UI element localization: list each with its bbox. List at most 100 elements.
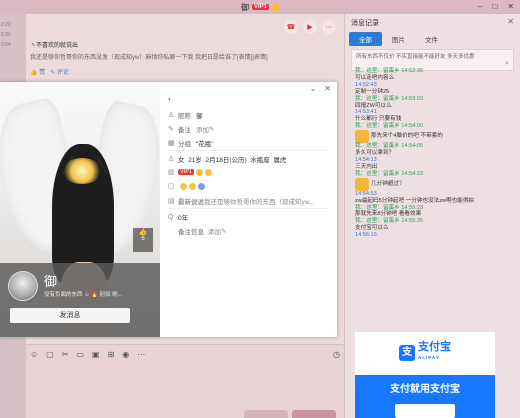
like-box[interactable]: 👍 6 bbox=[133, 228, 153, 252]
history-entry-text: 什么都行 只要有钱 bbox=[355, 116, 402, 123]
window-controls: – □ ✕ bbox=[478, 2, 514, 11]
history-entry-text: 14:54:53 bbox=[355, 190, 377, 197]
history-entry-text: 那就先来8分钟吧 看看效果 bbox=[355, 211, 422, 218]
side-time: 5:39 bbox=[1, 32, 11, 38]
status-text[interactable]: 我还是够你哲哥你的东西（现成知yw... bbox=[204, 196, 315, 206]
q-age: 0年 bbox=[178, 215, 189, 222]
comment-link[interactable]: 评论 bbox=[57, 70, 69, 76]
history-entry-sticker: 几分钟超过？ bbox=[355, 177, 515, 191]
like-link[interactable]: 赞 bbox=[39, 70, 45, 76]
history-entry-text: 我：这里：留蛋乡 14:54:05 bbox=[355, 143, 424, 150]
video-icon[interactable]: ▶ bbox=[303, 20, 317, 34]
alipay-sub: ALIPAY bbox=[418, 355, 440, 360]
edit-icon[interactable]: ✎ bbox=[221, 227, 226, 235]
sticker-icon bbox=[355, 130, 369, 144]
history-entry-sticker: 那先来个4脑价的吧 不带套的 bbox=[355, 130, 515, 144]
q-age-icon: Q bbox=[168, 213, 174, 221]
divider bbox=[168, 150, 328, 151]
profile-signature: 没有负面的东西 ☺ 🔥 别如 刷... bbox=[44, 292, 123, 298]
input-area[interactable]: ☺ ▢ ✂ ▭ ▣ ⊞ ◉ ⋯ ◷ bbox=[26, 344, 344, 418]
edit-icon[interactable]: ✎ bbox=[209, 125, 214, 133]
row-remark: ✎ 备注 添加 ✎ bbox=[168, 124, 214, 134]
comment-icon[interactable]: ✎ bbox=[50, 70, 55, 76]
history-entry-meta: 我：这里：留蛋乡 14:52:36 bbox=[355, 68, 515, 75]
history-entry-text: 四报ZW可以么 bbox=[355, 102, 392, 109]
history-entry-text: 四报ZW可以么 bbox=[355, 103, 515, 110]
emoji-icon[interactable]: ☺ bbox=[30, 350, 38, 359]
level-icon: ▥ bbox=[168, 169, 175, 176]
age: 21岁 bbox=[188, 157, 202, 164]
profile-cover-photo: 👍 6 御 没有负面的东西 ☺ 🔥 别如 刷... 发消息 bbox=[0, 82, 160, 337]
alipay-ad[interactable]: 支 支付宝 ALIPAY 支付就用支付宝 bbox=[355, 332, 495, 418]
close-icon[interactable]: ✕ bbox=[507, 2, 514, 11]
history-entry-text: 定制一分钟25 bbox=[355, 89, 515, 96]
history-entry-text: 三天内出 bbox=[355, 164, 515, 171]
remark-add-link[interactable]: 添加 bbox=[196, 124, 209, 134]
gift-icon[interactable]: ⊞ bbox=[108, 350, 115, 359]
thumbs-up-icon: 👍 bbox=[138, 229, 148, 236]
more-icon[interactable]: ⋯ bbox=[322, 20, 336, 34]
maximize-icon[interactable]: □ bbox=[492, 2, 497, 11]
message-actions: 👍 赞 ✎ 评论 bbox=[30, 67, 280, 76]
like-icon[interactable]: 👍 bbox=[30, 70, 37, 76]
minimize-icon[interactable]: – bbox=[478, 2, 482, 11]
history-entry-text: 几分钟超过？ bbox=[371, 180, 405, 187]
row-status: ▤ 最新说说 我还是够你哲哥你的东西（现成知yw... bbox=[168, 196, 315, 206]
person-icon: ♙ bbox=[168, 112, 175, 119]
folder-icon[interactable]: ▭ bbox=[76, 350, 84, 359]
card-close-icon[interactable]: ✕ bbox=[324, 84, 331, 93]
status-label: 最新说说 bbox=[178, 199, 204, 206]
history-close-icon[interactable]: ✕ bbox=[507, 17, 514, 26]
close-chat-button[interactable] bbox=[244, 410, 288, 418]
more-tools-icon[interactable]: ⋯ bbox=[137, 350, 145, 359]
search-hint: 所有东西不仅价 不实直接能不能好友 多天多优惠 bbox=[356, 54, 475, 60]
profile-info: ⌄ ✕ ◐ ♙ 昵称 御 ✎ 备注 添加 ✎ ▦ 分组 "花瓶" ♙ 女 21岁… bbox=[160, 82, 337, 337]
history-entry-text: 多久可以拿到？ bbox=[355, 150, 395, 157]
avatar[interactable] bbox=[8, 271, 38, 301]
tab-files[interactable]: 文件 bbox=[415, 32, 448, 46]
scissors-icon[interactable]: ✂ bbox=[62, 350, 69, 359]
title-bar: 御 VIP1 – □ ✕ bbox=[0, 0, 520, 14]
history-title: 消息记录 bbox=[351, 20, 379, 27]
history-entry-time: 14:54:53 bbox=[355, 191, 515, 198]
moon-icon bbox=[195, 168, 203, 176]
history-entry-text: 我：这里：留蛋乡 14:55:23 bbox=[355, 204, 424, 211]
history-entry-meta: 我：这里：留蛋乡 14:53:03 bbox=[355, 96, 515, 103]
row-badges: ▢ bbox=[168, 182, 205, 190]
history-entry-meta: 我：这里：留蛋乡 14:54:23 bbox=[355, 171, 515, 178]
qq-icon: ◐ bbox=[168, 96, 173, 103]
history-clock-icon[interactable]: ◷ bbox=[333, 350, 340, 359]
alipay-brand: 支付宝 ALIPAY bbox=[418, 342, 451, 363]
tab-all[interactable]: 全部 bbox=[349, 32, 382, 46]
send-button[interactable] bbox=[292, 410, 336, 418]
history-tabs: 全部 图片 文件 bbox=[345, 32, 520, 46]
history-entry-time: 14:54:13 bbox=[355, 157, 515, 164]
history-entry-text: 14:53:41 bbox=[355, 109, 377, 116]
star-icon bbox=[189, 182, 196, 190]
remark-label: 备注 bbox=[178, 127, 191, 134]
history-entry-text: 三天内出 bbox=[355, 163, 378, 170]
history-list: 我：这里：留蛋乡 14:52:36 可以走吧内容么 14:52:43 定制一分钟25 我… bbox=[355, 68, 515, 239]
phone-icon[interactable]: ☎ bbox=[284, 20, 298, 34]
search-icon[interactable]: ⌕ bbox=[505, 60, 509, 68]
row-basic: ♙ 女 21岁 2月18日(公历) 水瓶座 属虎 bbox=[168, 154, 286, 164]
tab-images[interactable]: 图片 bbox=[382, 32, 415, 46]
window-title: 御 bbox=[240, 2, 249, 12]
image-icon[interactable]: ▣ bbox=[92, 350, 100, 359]
send-message-button[interactable]: 发消息 bbox=[10, 308, 130, 323]
group-value[interactable]: "花瓶" bbox=[196, 138, 214, 148]
nickname-label: 昵称 bbox=[178, 113, 191, 120]
info-add-link[interactable]: 添加 bbox=[208, 226, 221, 236]
gif-icon[interactable]: ▢ bbox=[46, 350, 54, 359]
history-entry-text: 可以走吧内容么 bbox=[355, 74, 395, 81]
history-entry-text: 定制一分钟25 bbox=[355, 88, 390, 95]
row-info: 备注信息 添加 ✎ bbox=[168, 226, 226, 236]
history-entry-text: 我：这里：留蛋乡 14:52:36 bbox=[355, 68, 424, 74]
call-toolbar: ☎ ▶ ⋯ bbox=[284, 20, 336, 34]
chevron-down-icon[interactable]: ⌄ bbox=[310, 84, 317, 93]
divider bbox=[168, 208, 328, 209]
side-time: 0:22 bbox=[1, 22, 11, 28]
birthday: 2月18日(公历) bbox=[205, 157, 247, 164]
mic-icon[interactable]: ◉ bbox=[122, 350, 129, 359]
send-buttons bbox=[244, 410, 336, 418]
